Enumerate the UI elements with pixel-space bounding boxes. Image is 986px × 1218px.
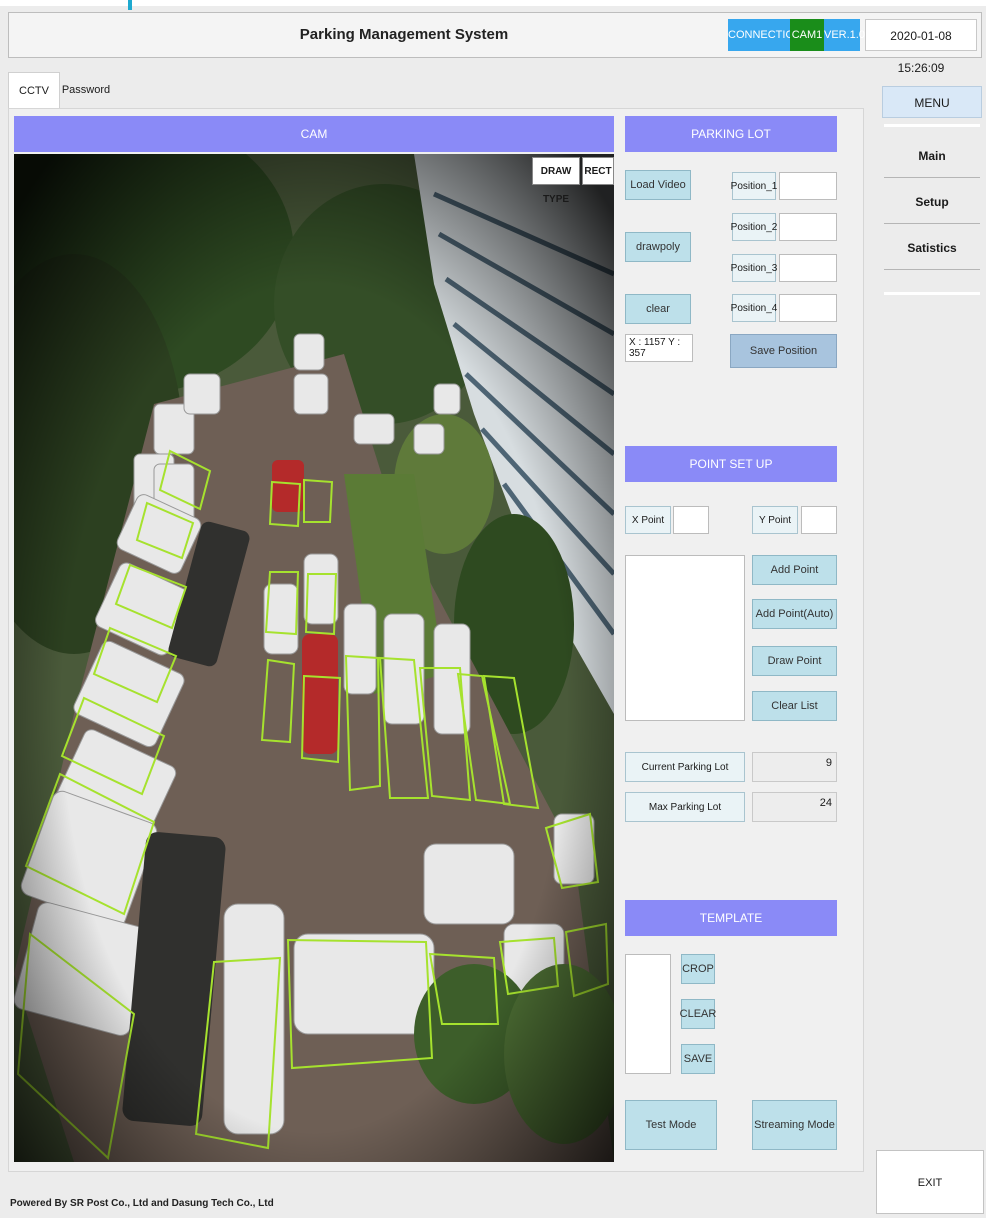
position-3-field[interactable] [779, 254, 837, 282]
streaming-mode-button[interactable]: Streaming Mode [752, 1100, 837, 1150]
draw-type-label: DRAW TYPE [532, 157, 580, 205]
connection-badge: CONNECTION [728, 19, 802, 51]
position-4-button[interactable]: Position_4 [731, 294, 777, 322]
cursor-mark [128, 0, 132, 10]
position-2-button[interactable]: Position_2 [731, 213, 777, 241]
max-parking-lot-label: Max Parking Lot [625, 792, 745, 822]
crop-button[interactable]: CROP [681, 954, 715, 984]
version-badge: VER.1.0 [824, 19, 865, 51]
menu-item-main[interactable]: Main [884, 134, 980, 178]
position-1-button[interactable]: Position_1 [731, 172, 777, 200]
cam-header: CAM [14, 116, 614, 152]
menu-divider [884, 124, 980, 127]
footer-credit: Powered By SR Post Co., Ltd and Dasung T… [10, 1198, 274, 1209]
template-header: TEMPLATE [625, 900, 837, 936]
parking-lot-header: PARKING LOT [625, 116, 837, 152]
app-title: Parking Management System [299, 26, 509, 43]
top-strip [0, 0, 986, 6]
point-listbox[interactable] [625, 555, 745, 721]
menu-divider-bottom [884, 292, 980, 295]
camera-feed-image [14, 154, 614, 1162]
current-parking-lot-label: Current Parking Lot [625, 752, 745, 782]
tab-cctv[interactable]: CCTV [8, 72, 60, 108]
camera-feed[interactable] [14, 154, 614, 1162]
menu-item-setup[interactable]: Setup [884, 180, 980, 224]
template-save-button[interactable]: SAVE [681, 1044, 715, 1074]
drawpoly-button[interactable]: drawpoly [625, 232, 691, 262]
draw-point-button[interactable]: Draw Point [752, 646, 837, 676]
exit-button[interactable]: EXIT [876, 1150, 984, 1214]
max-parking-lot-value: 24 [752, 792, 837, 822]
position-4-field[interactable] [779, 294, 837, 322]
add-point-button[interactable]: Add Point [752, 555, 837, 585]
x-point-label: X Point [625, 506, 671, 534]
test-mode-button[interactable]: Test Mode [625, 1100, 717, 1150]
position-3-button[interactable]: Position_3 [731, 254, 777, 282]
add-point-auto-button[interactable]: Add Point(Auto) [752, 599, 837, 629]
datetime-display: 2020-01-08 15:26:09 [865, 19, 977, 75]
y-point-field[interactable] [801, 506, 837, 534]
point-setup-header: POINT SET UP [625, 446, 837, 482]
load-video-button[interactable]: Load Video [625, 170, 691, 200]
clear-list-button[interactable]: Clear List [752, 691, 837, 721]
menu-header: MENU [882, 86, 982, 118]
camera-badge: CAM1 [790, 19, 824, 51]
draw-type-value[interactable]: RECT [582, 157, 614, 185]
menu-item-statistics[interactable]: Satistics [884, 226, 980, 270]
tab-password[interactable]: Password [60, 72, 112, 108]
template-preview [625, 954, 671, 1074]
y-point-label: Y Point [752, 506, 798, 534]
current-parking-lot-value: 9 [752, 752, 837, 782]
position-2-field[interactable] [779, 213, 837, 241]
template-clear-button[interactable]: CLEAR [680, 999, 716, 1029]
save-position-button[interactable]: Save Position [730, 334, 837, 368]
position-1-field[interactable] [779, 172, 837, 200]
coordinates-display: X : 1157 Y : 357 [625, 334, 693, 362]
app-window: Parking Management System CONNECTION CAM… [0, 0, 986, 1218]
x-point-field[interactable] [673, 506, 709, 534]
clear-button[interactable]: clear [625, 294, 691, 324]
title-bar: Parking Management System CONNECTION CAM… [8, 12, 982, 75]
